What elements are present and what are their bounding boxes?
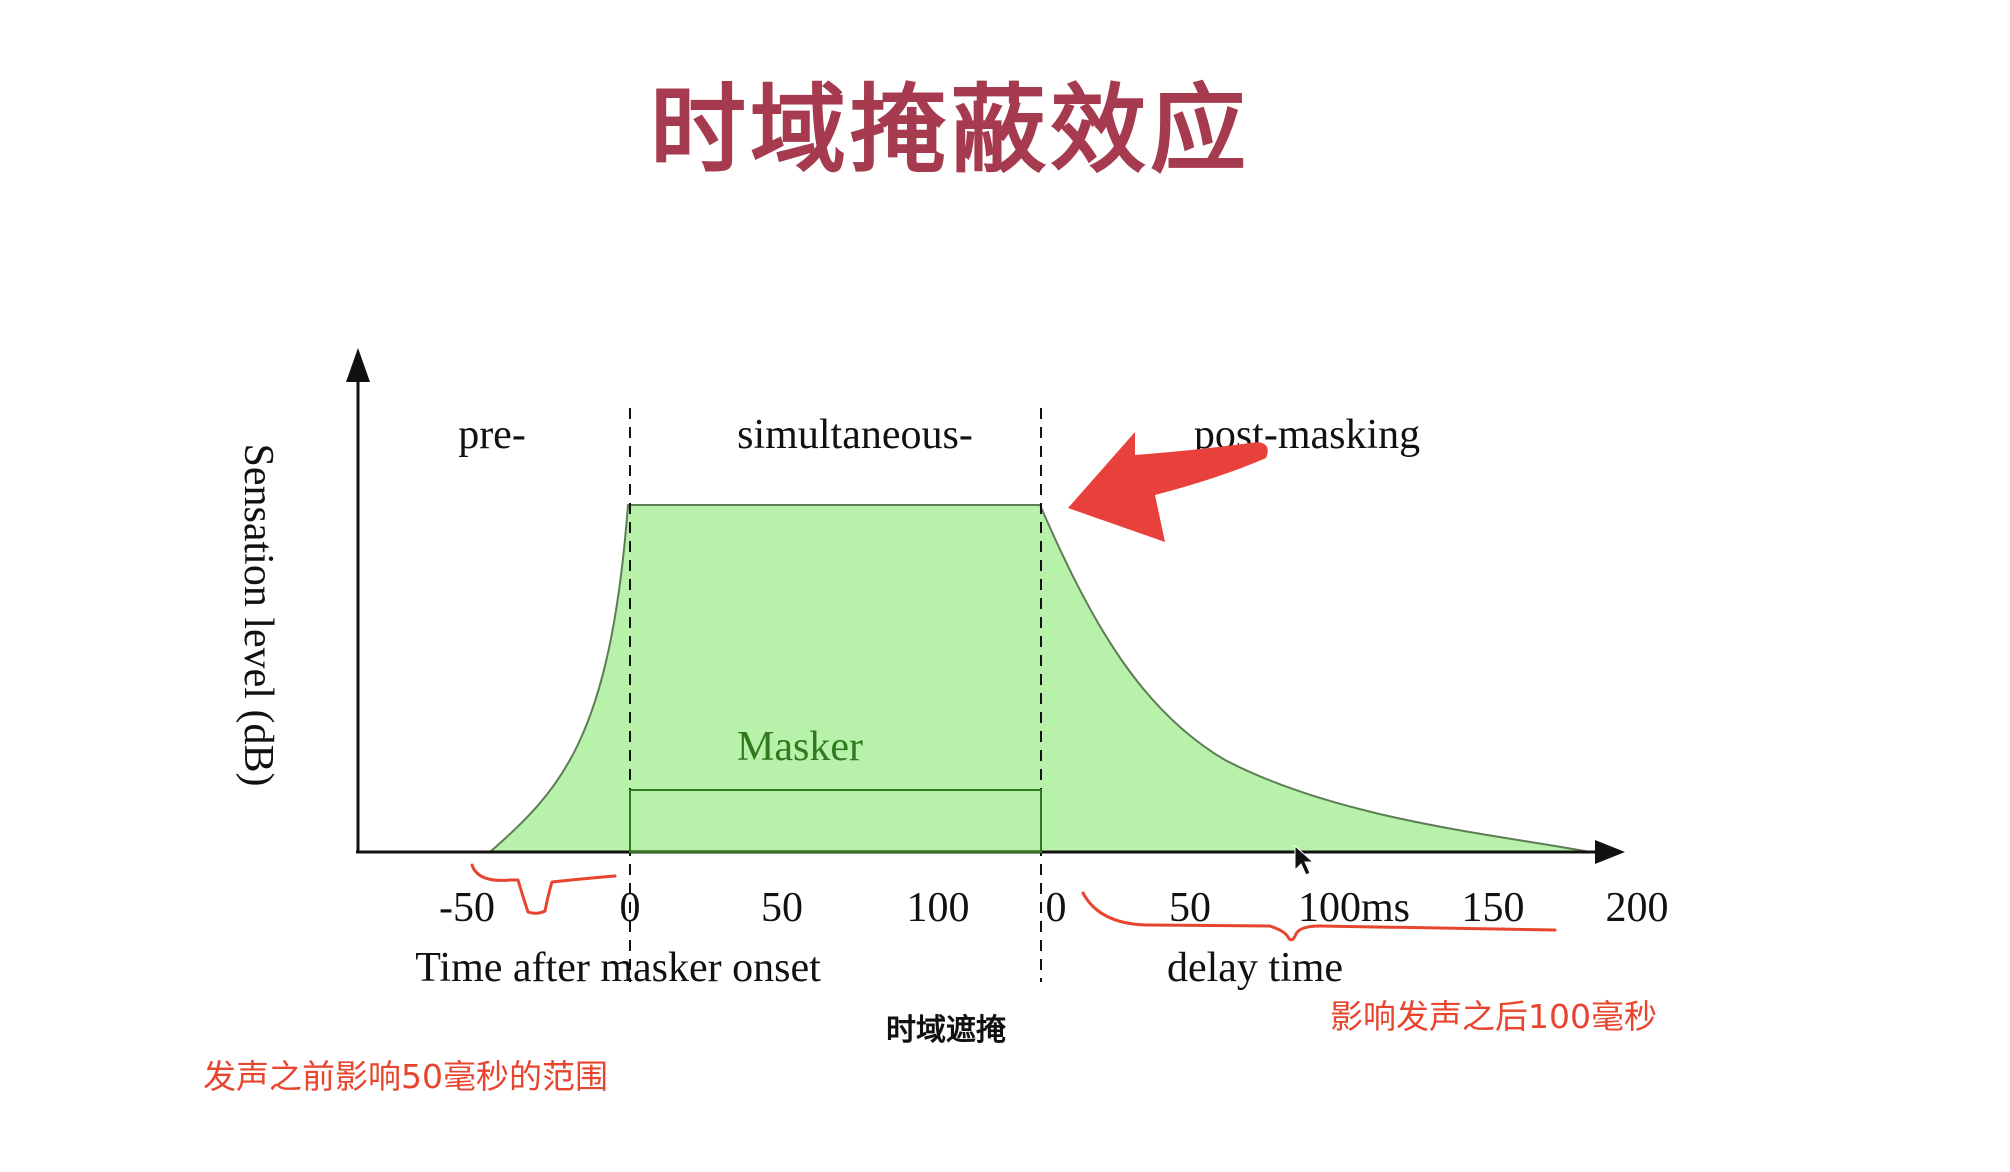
diagram-caption: 时域遮掩 — [886, 1013, 1007, 1048]
y-axis-arrow-icon — [346, 348, 370, 382]
left-annotation-note: 发声之前影响50毫秒的范围 — [203, 1057, 608, 1096]
x-axis-title-left: Time after masker onset — [415, 945, 821, 991]
x-axis-arrow-icon — [1595, 840, 1625, 864]
tick-right-100ms: 100ms — [1298, 885, 1410, 931]
tick-left-neg50: -50 — [439, 885, 495, 931]
region-simultaneous-label: simultaneous- — [737, 412, 973, 458]
temporal-masking-diagram: Masker pre- simultaneous- post-masking S… — [235, 348, 1669, 1048]
tick-right-200: 200 — [1606, 885, 1669, 931]
x-axis-title-right: delay time — [1167, 945, 1343, 991]
masker-label: Masker — [737, 724, 863, 770]
tick-left-0: 0 — [620, 885, 641, 931]
y-axis-label: Sensation level (dB) — [235, 444, 281, 787]
tick-right-150: 150 — [1462, 885, 1525, 931]
region-pre-label: pre- — [458, 412, 526, 458]
tick-right-0: 0 — [1046, 885, 1067, 931]
tick-left-50: 50 — [761, 885, 803, 931]
right-annotation-note: 影响发声之后100毫秒 — [1330, 997, 1657, 1036]
red-arrow-icon — [1068, 432, 1268, 542]
tick-left-100: 100 — [907, 885, 970, 931]
